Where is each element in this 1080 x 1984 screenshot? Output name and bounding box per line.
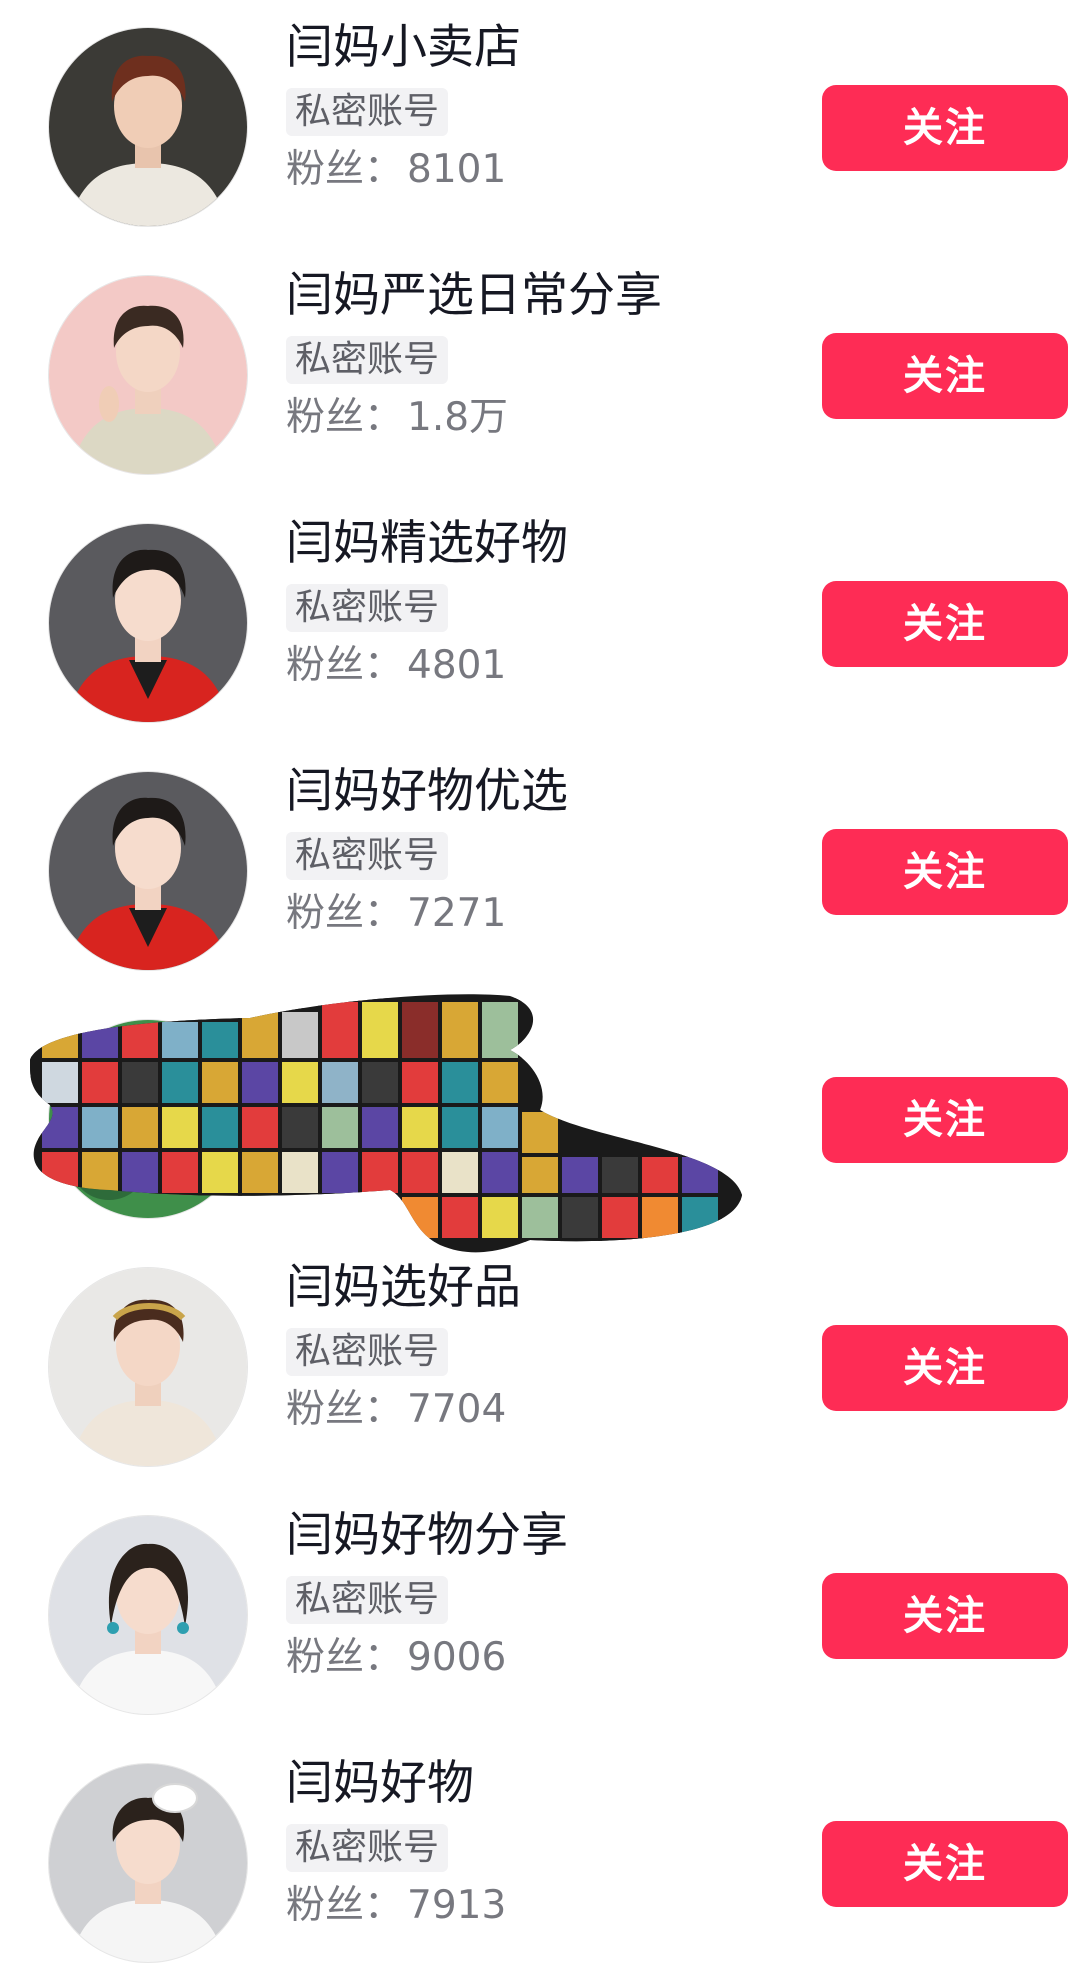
account-row[interactable]: 闫妈严选日常分享 私密账号 粉丝： 1.8万 关注 [0,248,1080,496]
account-info: 闫妈好物 私密账号 粉丝： 7913 [286,1754,806,1932]
fans-count: 粉丝： 7271 [286,888,806,940]
account-name[interactable]: 闫妈好物 [286,1754,806,1814]
woman-portrait-avatar-icon [49,1268,247,1466]
private-account-badge: 私密账号 [286,1576,449,1624]
fans-value: 8101 [407,147,507,192]
account-row[interactable]: 闫妈小卖店 私密账号 粉丝： 8101 关注 [0,0,1080,248]
avatar[interactable] [49,1764,247,1962]
avatar[interactable] [49,772,247,970]
fans-label: 粉丝： [286,1635,404,1680]
fans-count: 粉丝： 4801 [286,640,806,692]
fans-count: 粉丝： 7704 [286,1384,806,1436]
follow-button[interactable]: 关注 [822,829,1068,915]
fans-count: 粉丝： 7913 [286,1880,806,1932]
private-account-badge: 私密账号 [286,832,449,880]
woman-portrait-avatar-icon [49,28,247,226]
avatar[interactable] [49,524,247,722]
woman-portrait-avatar-icon [49,276,247,474]
account-row[interactable]: 闫妈好物 私密账号 粉丝： 7913 关注 [0,1736,1080,1984]
account-name[interactable]: 闫妈好物分享 [286,1506,806,1566]
fans-count: 粉丝： 1.8万 [286,392,806,444]
fans-value: 4801 [407,643,507,688]
account-row[interactable]: 闫妈精选好物 私密账号 粉丝： 4801 关注 [0,496,1080,744]
fans-label: 粉丝： [286,1883,404,1928]
woman-portrait-avatar-icon [49,524,247,722]
follow-button[interactable]: 关注 [822,1325,1068,1411]
account-info: 闫妈好物优选 私密账号 粉丝： 7271 [286,762,806,940]
account-name[interactable]: 闫妈好物优选 [286,762,806,822]
account-name[interactable]: 闫妈严选日常分享 [286,266,806,326]
account-info: 闫妈严选日常分享 私密账号 粉丝： 1.8万 [286,266,806,444]
fans-label: 粉丝： [286,395,404,440]
avatar[interactable] [49,276,247,474]
fans-value: 7704 [407,1387,507,1432]
account-info: 闫妈精选好物 私密账号 粉丝： 4801 [286,514,806,692]
fans-value: 9006 [407,1635,507,1680]
follow-button[interactable]: 关注 [822,1077,1068,1163]
avatar[interactable] [49,28,247,226]
account-row[interactable]: 闫妈好物分享 私密账号 粉丝： 9006 关注 [0,1488,1080,1736]
fans-label: 粉丝： [286,1387,404,1432]
woman-portrait-avatar-icon [49,1764,247,1962]
follow-button[interactable]: 关注 [822,1821,1068,1907]
follow-button[interactable]: 关注 [822,581,1068,667]
private-account-badge: 私密账号 [286,1824,449,1872]
fans-value: 7271 [407,891,507,936]
avatar[interactable] [49,1516,247,1714]
avatar[interactable] [49,1268,247,1466]
account-list: 闫妈小卖店 私密账号 粉丝： 8101 关注 闫妈严选日常分享 私密账号 粉丝： 1… [0,0,1080,1962]
follow-button[interactable]: 关注 [822,1573,1068,1659]
fans-count: 粉丝： 8101 [286,144,806,196]
fans-label: 粉丝： [286,147,404,192]
account-row[interactable]: 闫妈选好品 私密账号 粉丝： 7704 关注 [0,1240,1080,1488]
follow-button[interactable]: 关注 [822,85,1068,171]
account-row[interactable]: 闫妈好物优选 私密账号 粉丝： 7271 关注 [0,744,1080,992]
fans-value: 7913 [407,1883,507,1928]
woman-portrait-avatar-icon [49,1516,247,1714]
mosaic-redaction-overlay [30,994,742,1253]
private-account-badge: 私密账号 [286,584,449,632]
fans-label: 粉丝： [286,891,404,936]
account-name[interactable]: 闫妈小卖店 [286,18,806,78]
follow-button[interactable]: 关注 [822,333,1068,419]
fans-value: 1.8万 [407,395,509,440]
private-account-badge: 私密账号 [286,88,449,136]
account-name[interactable]: 闫妈选好品 [286,1258,806,1318]
private-account-badge: 私密账号 [286,1328,449,1376]
private-account-badge: 私密账号 [286,336,449,384]
woman-portrait-avatar-icon [49,772,247,970]
account-info: 闫妈好物分享 私密账号 粉丝： 9006 [286,1506,806,1684]
account-info: 闫妈选好品 私密账号 粉丝： 7704 [286,1258,806,1436]
account-name[interactable]: 闫妈精选好物 [286,514,806,574]
fans-count: 粉丝： 9006 [286,1632,806,1684]
account-info: 闫妈小卖店 私密账号 粉丝： 8101 [286,18,806,196]
fans-label: 粉丝： [286,643,404,688]
